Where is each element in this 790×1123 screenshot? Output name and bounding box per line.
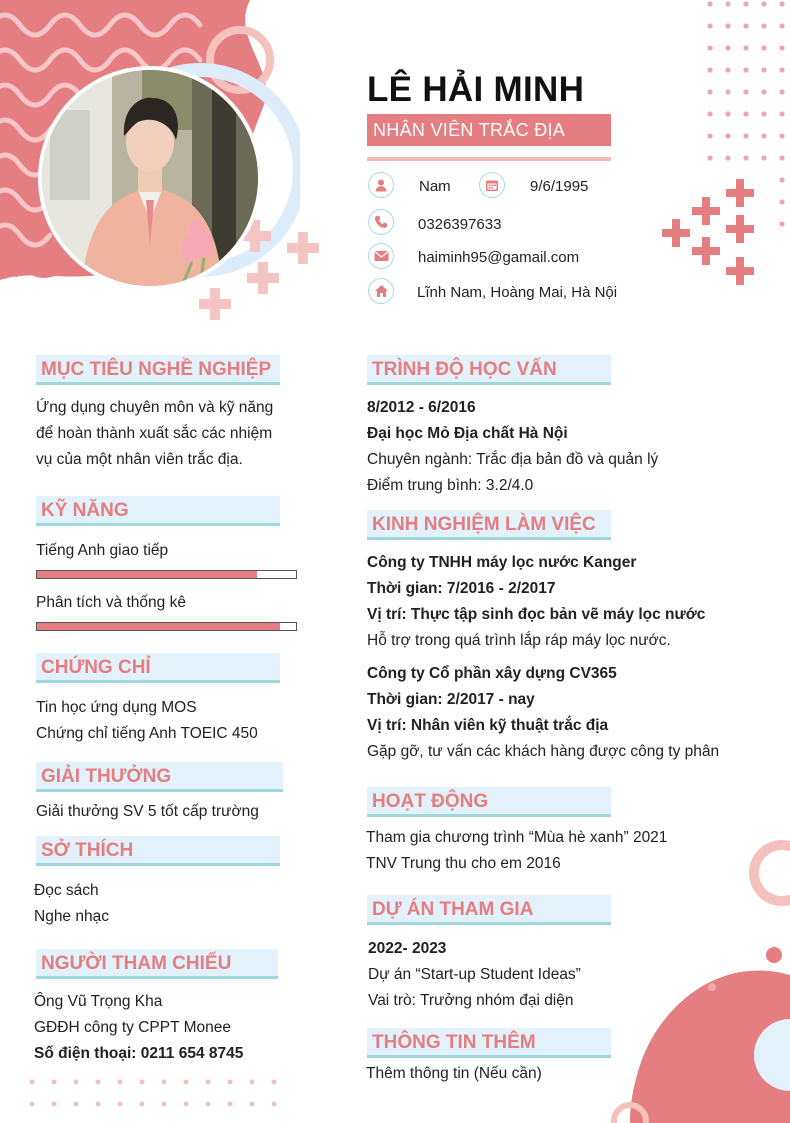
reference-name: Ông Vũ Trọng Kha [34,993,163,1010]
section-heading-projects: DỰ ÁN THAM GIA [367,895,611,925]
job-role: Vị trí: Nhân viên kỹ thuật trắc địa [367,717,609,734]
user-icon [368,172,394,198]
education-period: 8/2012 - 6/2016 [367,399,476,416]
skill-label: Tiếng Anh giao tiếp [36,542,169,559]
objective-line-2: để hoàn thành xuất sắc các nhiệm [36,425,273,442]
certificate-item: Tin học ứng dụng MOS [36,699,197,716]
dots-decoration-bottom-left [29,1079,277,1107]
section-heading-hobbies: SỞ THÍCH [36,836,280,866]
skill-progress-bar [36,622,297,631]
candidate-name: LÊ HẢI MINH [367,70,585,109]
skill-label: Phân tích và thống kê [36,594,186,611]
skill-progress-bar [36,570,297,579]
section-heading-activities-label: HOẠT ĐỘNG [372,791,489,812]
project-period: 2022- 2023 [368,940,447,957]
section-heading-certificates-label: CHỨNG CHỈ [41,657,151,678]
section-heading-references-label: NGƯỜI THAM CHIẾU [41,953,232,974]
objective-line-1: Ứng dụng chuyên môn và kỹ năng [36,399,274,416]
section-heading-skills: KỸ NĂNG [36,496,280,526]
section-heading-extra-info-label: THÔNG TIN THÊM [372,1032,536,1053]
email-value: haiminh95@gamail.com [418,249,580,266]
job-company: Công ty Cổ phần xây dựng CV365 [367,665,617,682]
certificate-item: Chứng chỉ tiếng Anh TOEIC 450 [36,725,258,742]
section-heading-awards-label: GIẢI THƯỞNG [41,766,172,787]
education-gpa: Điểm trung bình: 3.2/4.0 [367,477,534,494]
job-description: Gặp gỡ, tư vấn các khách hàng được công … [367,743,720,760]
project-role: Vai trò: Trưởng nhóm đại diện [368,992,574,1009]
bottom-right-blob-decoration [611,840,790,1123]
section-heading-certificates: CHỨNG CHỈ [36,653,280,683]
hobby-item: Đọc sách [34,882,99,899]
section-heading-objective: MỤC TIÊU NGHỀ NGHIỆP [36,355,280,385]
job-time: Thời gian: 2/2017 - nay [367,691,535,708]
section-heading-activities: HOẠT ĐỘNG [367,787,611,817]
address-value: Lĩnh Nam, Hoàng Mai, Hà Nội [417,284,618,301]
section-heading-experience: KINH NGHIỆM LÀM VIỆC [367,510,611,540]
calendar-icon [479,172,505,198]
job-company: Công ty TNHH máy lọc nước Kanger [367,554,637,571]
title-underline [367,157,611,161]
reference-phone: Số điện thoại: 0211 654 8745 [34,1045,244,1062]
profile-photo [42,70,258,286]
objective-line-3: vụ của một nhân viên trắc địa. [36,451,243,468]
award-item: Giải thưởng SV 5 tốt cấp trường [36,803,259,820]
phone-icon [368,209,394,235]
reference-position: GĐĐH công ty CPPT Monee [34,1019,231,1036]
section-heading-education-label: TRÌNH ĐỘ HỌC VẤN [372,359,557,380]
job-title: NHÂN VIÊN TRẮC ĐỊA [367,114,611,146]
gender-value: Nam [419,178,451,195]
section-heading-education: TRÌNH ĐỘ HỌC VẤN [367,355,611,385]
education-major: Chuyên ngành: Trắc địa bản đồ và quản lý [367,451,659,468]
phone-value: 0326397633 [418,216,502,233]
section-heading-projects-label: DỰ ÁN THAM GIA [372,899,534,920]
section-heading-experience-label: KINH NGHIỆM LÀM VIỆC [372,514,596,535]
skill-progress-fill [37,623,281,630]
birthday-value: 9/6/1995 [530,178,589,195]
section-heading-extra-info: THÔNG TIN THÊM [367,1028,611,1058]
section-heading-awards: GIẢI THƯỞNG [36,762,283,792]
education-school: Đại học Mỏ Địa chất Hà Nội [367,425,568,442]
mail-icon [368,243,394,269]
skill-progress-fill [37,571,258,578]
section-heading-skills-label: KỸ NĂNG [41,500,129,521]
extra-info-text: Thêm thông tin (Nếu cần) [366,1065,542,1082]
hobby-item: Nghe nhạc [34,908,109,925]
activity-item: Tham gia chương trình “Mùa hè xanh” 2021 [366,829,668,846]
job-time: Thời gian: 7/2016 - 2/2017 [367,580,556,597]
section-heading-hobbies-label: SỞ THÍCH [41,840,134,861]
section-heading-objective-label: MỤC TIÊU NGHỀ NGHIỆP [41,359,272,380]
profile-photo-frame [38,66,262,290]
home-icon [368,278,394,304]
job-description: Hỗ trợ trong quá trình lắp ráp máy lọc n… [367,632,671,649]
job-role: Vị trí: Thực tập sinh đọc bản vẽ máy lọc… [367,606,706,623]
project-name: Dự án “Start-up Student Ideas” [368,966,581,983]
activity-item: TNV Trung thu cho em 2016 [366,855,561,872]
section-heading-references: NGƯỜI THAM CHIẾU [36,949,278,979]
plus-signs-decoration-right [662,179,754,285]
